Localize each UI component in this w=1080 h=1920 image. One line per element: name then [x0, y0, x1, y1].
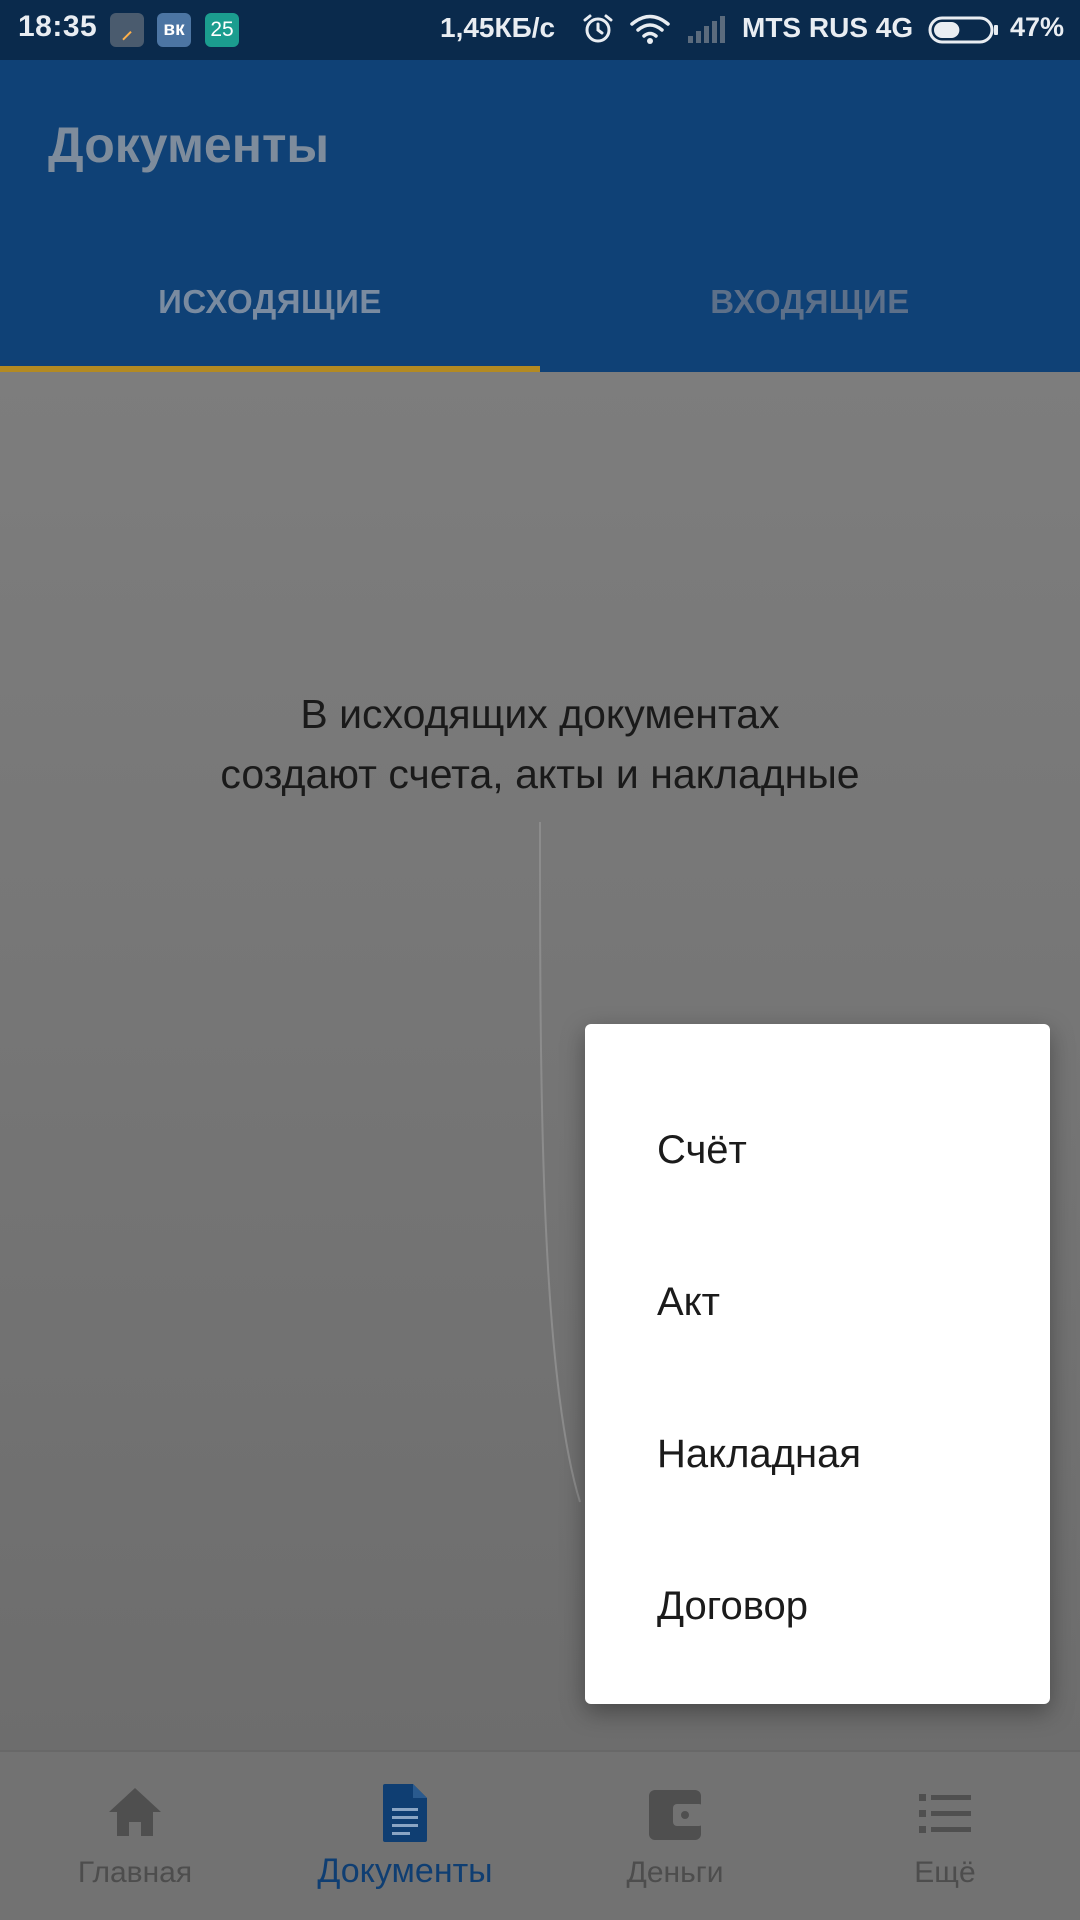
tab-bar: ИСХОДЯЩИЕ ВХОДЯЩИЕ: [0, 250, 1080, 372]
empty-state-line-1: В исходящих документах: [300, 691, 780, 737]
empty-state-message: В исходящих документах создают счета, ак…: [0, 684, 1080, 804]
wallet-icon: [649, 1790, 703, 1840]
list-icon: [919, 1794, 971, 1833]
nav-more-label: Ещё: [914, 1856, 976, 1889]
signal-icon: [688, 16, 725, 43]
alarm-icon: [583, 14, 613, 43]
nav-money-label: Деньги: [626, 1856, 724, 1889]
network-speed: 1,45КБ/с: [440, 12, 556, 43]
nav-home-label: Главная: [77, 1856, 193, 1889]
status-time: 18:35: [18, 10, 98, 43]
page-title: Документы: [48, 117, 330, 173]
bottom-navigation: Главная Документы Деньги Ещё: [0, 1750, 1080, 1920]
tab-outgoing[interactable]: ИСХОДЯЩИЕ: [0, 250, 540, 372]
carrier-label: MTS RUS 4G: [742, 12, 914, 43]
battery-icon: [928, 16, 998, 44]
calendar-badge-icon: 25: [205, 13, 239, 47]
vk-icon: вк: [157, 13, 191, 47]
app-bar: Документы ИСХОДЯЩИЕ ВХОДЯЩИЕ: [0, 60, 1080, 372]
status-bar: 18:35 ⸝ вк 25 1,45КБ/с MTS RUS 4G 47%: [0, 0, 1080, 60]
create-document-menu: Счёт Акт Накладная Договор: [585, 1024, 1050, 1704]
nav-home[interactable]: Главная: [0, 1752, 270, 1920]
menu-item-act[interactable]: Акт: [585, 1226, 1050, 1378]
nav-money[interactable]: Деньги: [540, 1752, 810, 1920]
menu-item-contract[interactable]: Договор: [585, 1530, 1050, 1682]
wifi-icon: [630, 14, 670, 44]
nav-more[interactable]: Ещё: [810, 1752, 1080, 1920]
battery-percent: 47%: [1010, 12, 1065, 42]
nav-documents-label: Документы: [317, 1852, 493, 1890]
tab-incoming[interactable]: ВХОДЯЩИЕ: [540, 250, 1080, 372]
nav-documents[interactable]: Документы: [270, 1752, 540, 1920]
home-icon: [109, 1788, 161, 1836]
app-notification-icon: ⸝: [110, 13, 144, 47]
menu-item-invoice[interactable]: Счёт: [585, 1074, 1050, 1226]
empty-state-line-2: создают счета, акты и накладные: [220, 751, 860, 797]
document-icon: [383, 1784, 427, 1842]
menu-item-waybill[interactable]: Накладная: [585, 1378, 1050, 1530]
